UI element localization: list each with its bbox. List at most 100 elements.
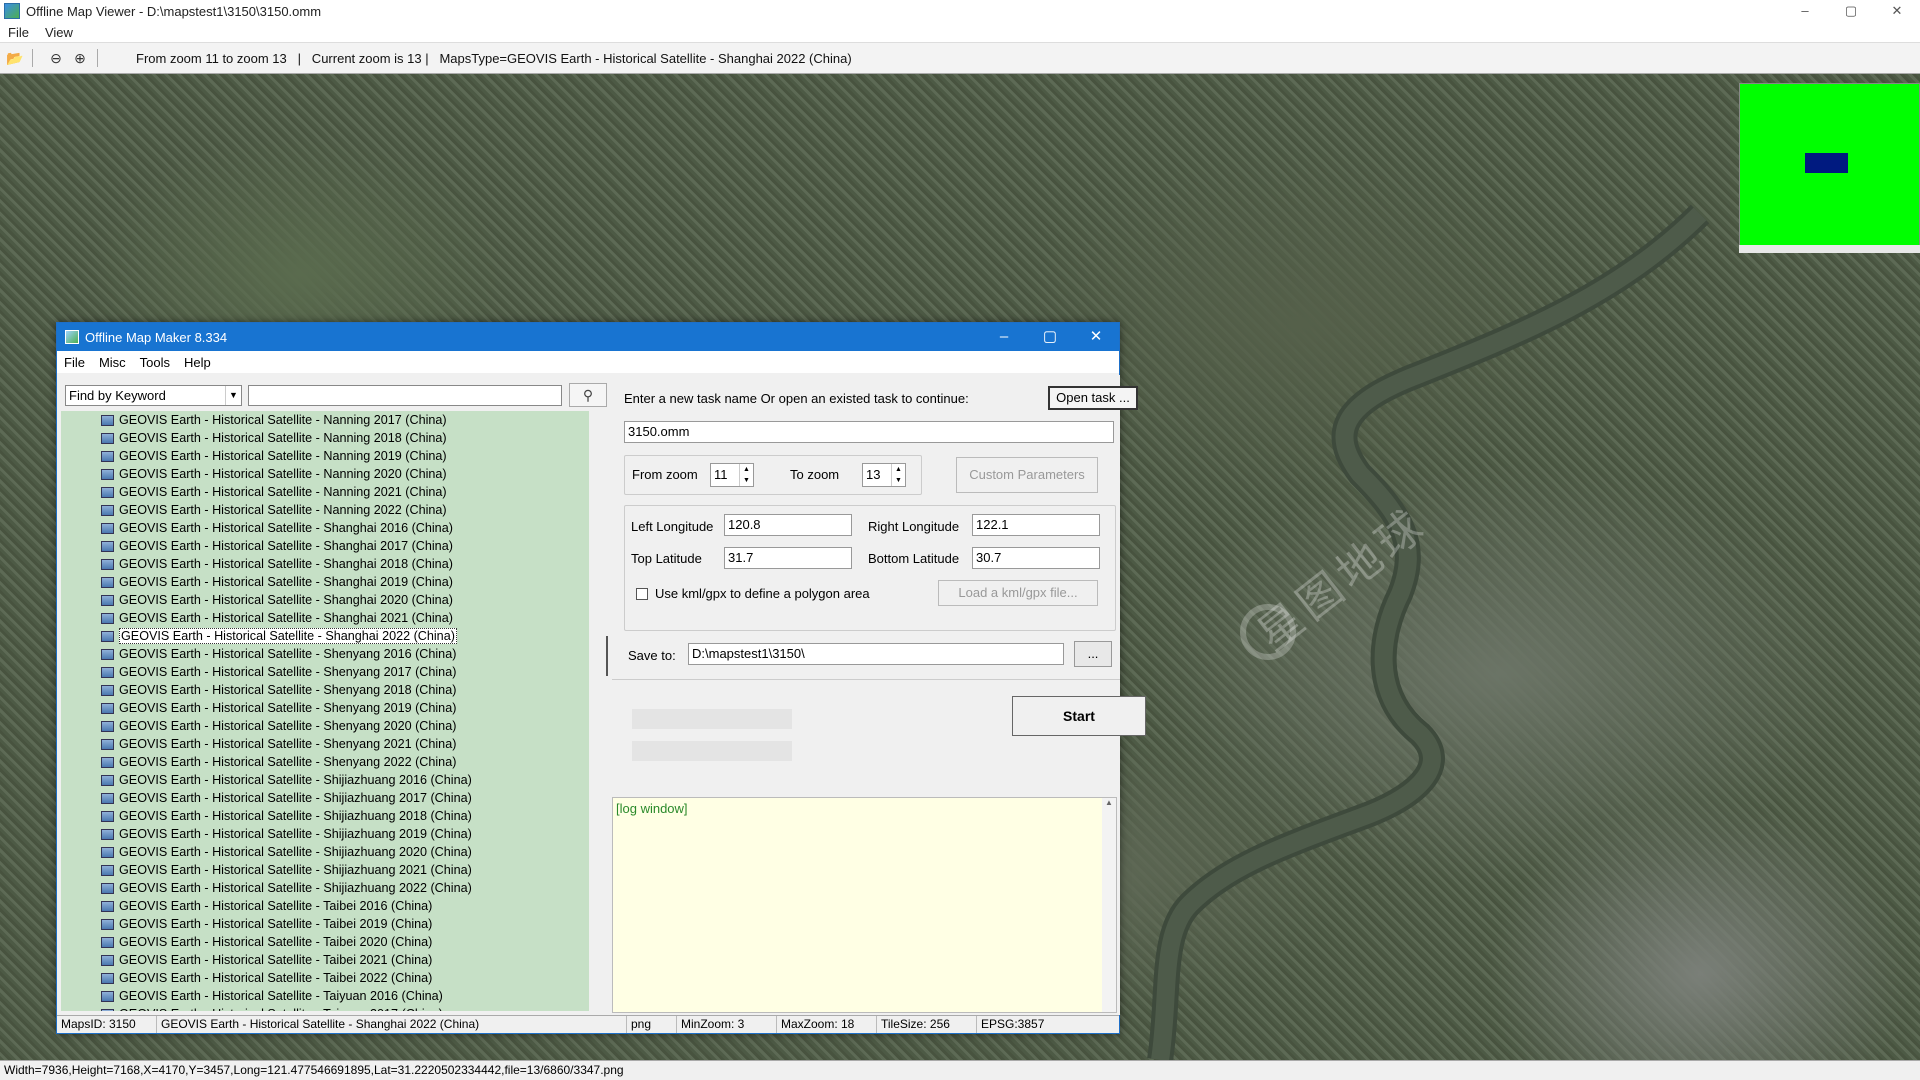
task-name-input[interactable]: 3150.omm	[624, 421, 1114, 443]
from-zoom-spinner[interactable]: 11 ▲ ▼	[710, 463, 754, 487]
log-window[interactable]: [log window] ▲	[612, 797, 1117, 1013]
dialog-menu-help[interactable]: Help	[177, 355, 218, 370]
list-item[interactable]: GEOVIS Earth - Historical Satellite - Sh…	[61, 627, 589, 645]
list-item[interactable]: GEOVIS Earth - Historical Satellite - Ta…	[61, 951, 589, 969]
kml-checkbox[interactable]	[636, 588, 648, 600]
minimap[interactable]	[1739, 83, 1920, 253]
minimap-border	[1739, 245, 1920, 253]
load-kml-button[interactable]: Load a kml/gpx file...	[938, 580, 1098, 606]
right-longitude-label: Right Longitude	[868, 519, 960, 534]
right-longitude-input[interactable]: 122.1	[972, 514, 1100, 536]
list-item[interactable]: GEOVIS Earth - Historical Satellite - Sh…	[61, 879, 589, 897]
list-item[interactable]: GEOVIS Earth - Historical Satellite - Sh…	[61, 519, 589, 537]
list-scrollbar[interactable]	[604, 411, 610, 1011]
zoom-out-icon[interactable]: ⊖	[47, 49, 65, 67]
dialog-menu-misc[interactable]: Misc	[92, 355, 133, 370]
list-item[interactable]: GEOVIS Earth - Historical Satellite - Na…	[61, 465, 589, 483]
minimap-viewport[interactable]	[1805, 153, 1848, 173]
bottom-latitude-input[interactable]: 30.7	[972, 547, 1100, 569]
list-item[interactable]: GEOVIS Earth - Historical Satellite - Ta…	[61, 897, 589, 915]
list-item-label: GEOVIS Earth - Historical Satellite - Sh…	[119, 557, 453, 571]
status-maps-name: GEOVIS Earth - Historical Satellite - Sh…	[157, 1016, 627, 1033]
list-item[interactable]: GEOVIS Earth - Historical Satellite - Na…	[61, 501, 589, 519]
list-item[interactable]: GEOVIS Earth - Historical Satellite - Na…	[61, 483, 589, 501]
find-mode-select[interactable]: Find by Keyword ▼	[65, 385, 242, 406]
list-item[interactable]: GEOVIS Earth - Historical Satellite - Sh…	[61, 555, 589, 573]
list-item[interactable]: GEOVIS Earth - Historical Satellite - Ta…	[61, 933, 589, 951]
list-item[interactable]: GEOVIS Earth - Historical Satellite - Sh…	[61, 753, 589, 771]
list-item-label: GEOVIS Earth - Historical Satellite - Sh…	[119, 521, 453, 535]
status-format: png	[627, 1016, 677, 1033]
minimize-button[interactable]: –	[1782, 0, 1828, 22]
list-item[interactable]: GEOVIS Earth - Historical Satellite - Sh…	[61, 789, 589, 807]
map-type-list[interactable]: GEOVIS Earth - Historical Satellite - Na…	[61, 411, 589, 1011]
save-path-input[interactable]: D:\mapstest1\3150\	[688, 643, 1064, 665]
maximize-button[interactable]: ▢	[1828, 0, 1874, 22]
to-zoom-spinner[interactable]: 13 ▲ ▼	[862, 463, 906, 487]
map-tile-icon	[101, 756, 114, 768]
list-item[interactable]: GEOVIS Earth - Historical Satellite - Sh…	[61, 699, 589, 717]
status-epsg: EPSG:3857	[981, 1017, 1045, 1031]
list-item[interactable]: GEOVIS Earth - Historical Satellite - Sh…	[61, 663, 589, 681]
dialog-close-button[interactable]: ✕	[1073, 323, 1119, 351]
list-item[interactable]: GEOVIS Earth - Historical Satellite - Sh…	[61, 843, 589, 861]
list-item-label: GEOVIS Earth - Historical Satellite - Sh…	[119, 665, 457, 679]
custom-parameters-button[interactable]: Custom Parameters	[956, 457, 1098, 493]
list-item[interactable]: GEOVIS Earth - Historical Satellite - Sh…	[61, 645, 589, 663]
map-tile-icon	[101, 540, 114, 552]
spinner-arrows-icon[interactable]: ▲ ▼	[739, 464, 753, 486]
list-item[interactable]: GEOVIS Earth - Historical Satellite - Na…	[61, 429, 589, 447]
dialog-menu-tools[interactable]: Tools	[133, 355, 177, 370]
list-item[interactable]: GEOVIS Earth - Historical Satellite - Sh…	[61, 591, 589, 609]
list-item[interactable]: GEOVIS Earth - Historical Satellite - Sh…	[61, 717, 589, 735]
list-item[interactable]: GEOVIS Earth - Historical Satellite - Sh…	[61, 735, 589, 753]
search-icon: ⚲	[582, 387, 594, 403]
list-item[interactable]: GEOVIS Earth - Historical Satellite - Sh…	[61, 825, 589, 843]
open-folder-icon[interactable]: 📂	[6, 49, 24, 67]
list-item[interactable]: GEOVIS Earth - Historical Satellite - Na…	[61, 411, 589, 429]
list-item-label: GEOVIS Earth - Historical Satellite - Ta…	[119, 953, 433, 967]
list-item[interactable]: GEOVIS Earth - Historical Satellite - Sh…	[61, 771, 589, 789]
top-latitude-input[interactable]: 31.7	[724, 547, 852, 569]
log-scrollbar[interactable]: ▲	[1102, 798, 1116, 1012]
list-item[interactable]: GEOVIS Earth - Historical Satellite - Sh…	[61, 861, 589, 879]
left-longitude-input[interactable]: 120.8	[724, 514, 852, 536]
find-input[interactable]	[248, 385, 562, 406]
list-item[interactable]: GEOVIS Earth - Historical Satellite - Sh…	[61, 609, 589, 627]
browse-button[interactable]: ...	[1074, 641, 1112, 667]
list-item[interactable]: GEOVIS Earth - Historical Satellite - Ta…	[61, 915, 589, 933]
list-item[interactable]: GEOVIS Earth - Historical Satellite - Na…	[61, 447, 589, 465]
list-item[interactable]: GEOVIS Earth - Historical Satellite - Sh…	[61, 681, 589, 699]
start-button[interactable]: Start	[1012, 696, 1146, 736]
zoom-info: From zoom 11 to zoom 13 | Current zoom i…	[136, 50, 852, 66]
list-item[interactable]: GEOVIS Earth - Historical Satellite - Ta…	[61, 1005, 589, 1011]
menu-bar: File View	[0, 22, 1920, 42]
list-item-label: GEOVIS Earth - Historical Satellite - Ta…	[119, 989, 443, 1003]
list-item[interactable]: GEOVIS Earth - Historical Satellite - Sh…	[61, 573, 589, 591]
list-item[interactable]: GEOVIS Earth - Historical Satellite - Sh…	[61, 537, 589, 555]
menu-view[interactable]: View	[37, 25, 81, 40]
list-item-label: GEOVIS Earth - Historical Satellite - Sh…	[119, 755, 457, 769]
map-tile-icon	[101, 648, 114, 660]
list-item-label: GEOVIS Earth - Historical Satellite - Sh…	[119, 647, 457, 661]
list-item-label: GEOVIS Earth - Historical Satellite - Sh…	[119, 575, 453, 589]
zoom-in-icon[interactable]: ⊕	[71, 49, 89, 67]
menu-file[interactable]: File	[0, 25, 37, 40]
open-task-button[interactable]: Open task ...	[1048, 386, 1138, 410]
list-item[interactable]: GEOVIS Earth - Historical Satellite - Ta…	[61, 987, 589, 1005]
dialog-app-icon	[65, 330, 79, 344]
dialog-minimize-button[interactable]: –	[981, 323, 1027, 351]
search-button[interactable]: ⚲	[569, 383, 607, 407]
list-item-label: GEOVIS Earth - Historical Satellite - Sh…	[119, 719, 457, 733]
spinner-arrows-icon[interactable]: ▲ ▼	[891, 464, 905, 486]
window-title: Offline Map Viewer - D:\mapstest1\3150\3…	[26, 3, 322, 19]
dialog-maximize-button[interactable]: ▢	[1027, 323, 1073, 351]
status-max-zoom: MaxZoom: 18	[777, 1016, 877, 1033]
close-button[interactable]: ✕	[1874, 0, 1920, 22]
list-item[interactable]: GEOVIS Earth - Historical Satellite - Ta…	[61, 969, 589, 987]
list-item[interactable]: GEOVIS Earth - Historical Satellite - Sh…	[61, 807, 589, 825]
list-item-label: GEOVIS Earth - Historical Satellite - Sh…	[119, 701, 457, 715]
dialog-menu-file[interactable]: File	[57, 355, 92, 370]
map-tile-icon	[101, 414, 114, 426]
scrollbar-thumb[interactable]	[606, 636, 608, 676]
